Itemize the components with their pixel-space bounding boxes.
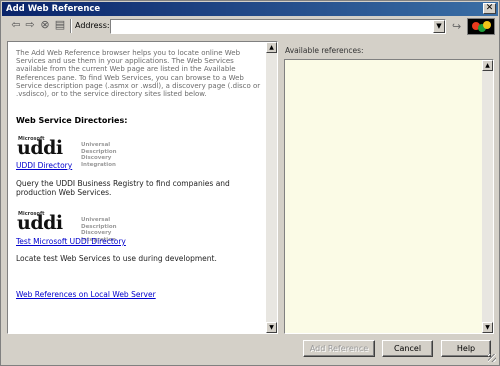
resize-grip[interactable] — [488, 354, 496, 362]
test-uddi-directory-description: Locate test Web Services to use during d… — [16, 254, 217, 263]
forward-icon[interactable]: ⇨ — [24, 19, 36, 31]
directories-heading: Web Service Directories: — [16, 116, 128, 125]
scroll-down-icon[interactable]: ▼ — [266, 322, 277, 333]
uddi-directory-link[interactable]: UDDI Directory — [16, 161, 72, 170]
browser-scrollbar[interactable]: ▲ ▼ — [266, 42, 277, 333]
help-button[interactable]: Help — [441, 340, 491, 357]
stop-icon[interactable]: ⊗ — [39, 19, 51, 31]
intro-text: The Add Web Reference browser helps you … — [16, 49, 261, 99]
title-bar[interactable]: Add Web Reference ✕ — [2, 2, 498, 16]
address-dropdown-button[interactable]: ▼ — [433, 20, 445, 33]
scroll-up-icon[interactable]: ▲ — [482, 60, 493, 71]
uddi-logo: Microsoft uddi Universal Description Disc… — [17, 211, 117, 243]
local-web-server-link[interactable]: Web References on Local Web Server — [16, 290, 156, 299]
uddi-logo: Microsoft uddi Universal Description Disc… — [17, 136, 117, 168]
available-references-label: Available references: — [285, 46, 364, 55]
available-references-list[interactable]: ▲ ▼ — [284, 59, 494, 334]
cancel-button[interactable]: Cancel — [382, 340, 433, 357]
window-title: Add Web Reference — [6, 4, 101, 14]
back-icon[interactable]: ⇦ — [10, 19, 22, 31]
close-button[interactable]: ✕ — [483, 3, 496, 14]
address-label: Address: — [75, 21, 110, 30]
toolbar-separator — [70, 19, 72, 33]
references-scrollbar[interactable]: ▲ ▼ — [482, 60, 493, 333]
add-reference-button[interactable]: Add Reference — [303, 340, 375, 357]
test-uddi-directory-link[interactable]: Test Microsoft UDDI Directory — [16, 237, 126, 246]
uddi-directory-description: Query the UDDI Business Registry to find… — [16, 179, 230, 197]
scroll-up-icon[interactable]: ▲ — [266, 42, 277, 53]
address-input[interactable]: ▼ — [110, 19, 446, 34]
scroll-down-icon[interactable]: ▼ — [482, 322, 493, 333]
references-pane: Available references: ▲ ▼ — [282, 41, 495, 334]
home-icon[interactable]: ▤ — [54, 19, 66, 31]
browser-pane[interactable]: The Add Web Reference browser helps you … — [7, 41, 278, 334]
windows-logo — [467, 18, 495, 35]
go-icon[interactable]: ↪ — [452, 20, 461, 33]
add-web-reference-dialog: Add Web Reference ✕ ⇦ ⇨ ⊗ ▤ Address: ▼ ↪… — [0, 0, 500, 366]
toolbar: ⇦ ⇨ ⊗ ▤ Address: ▼ ↪ — [2, 17, 498, 37]
